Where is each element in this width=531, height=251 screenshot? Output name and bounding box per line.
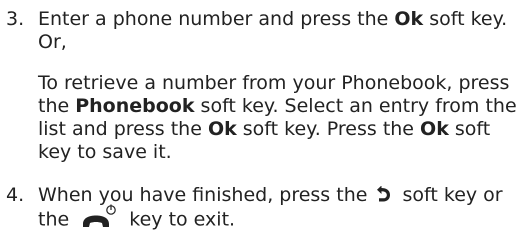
step-3-paragraph-1: Enter a phone number and press the Ok so… xyxy=(38,8,520,54)
ok-softkey-label: Ok xyxy=(394,8,424,30)
end-power-key-icon xyxy=(79,203,119,229)
step-number: 3. xyxy=(6,8,25,30)
ok-softkey-label: Ok xyxy=(420,118,449,140)
step-4: 4. When you have finished, press the sof… xyxy=(0,184,520,244)
step-3-text: Enter a phone number and press the xyxy=(38,8,395,30)
step-3-paragraph-2: To retrieve a number from your Phonebook… xyxy=(38,72,520,164)
step-3-body: Enter a phone number and press the Ok so… xyxy=(38,8,520,164)
step-4-text: key to exit. xyxy=(123,208,236,231)
step-3-text: soft key. Press the xyxy=(236,118,421,140)
step-number: 4. xyxy=(6,184,25,206)
ok-softkey-label: Ok xyxy=(207,118,237,140)
phonebook-softkey-label: Phonebook xyxy=(75,95,195,117)
back-arrow-icon xyxy=(376,186,393,203)
manual-page: 3. Enter a phone number and press the Ok… xyxy=(0,0,531,251)
step-3: 3. Enter a phone number and press the Ok… xyxy=(0,8,520,163)
step-4-body: When you have finished, press the soft k… xyxy=(38,184,520,233)
